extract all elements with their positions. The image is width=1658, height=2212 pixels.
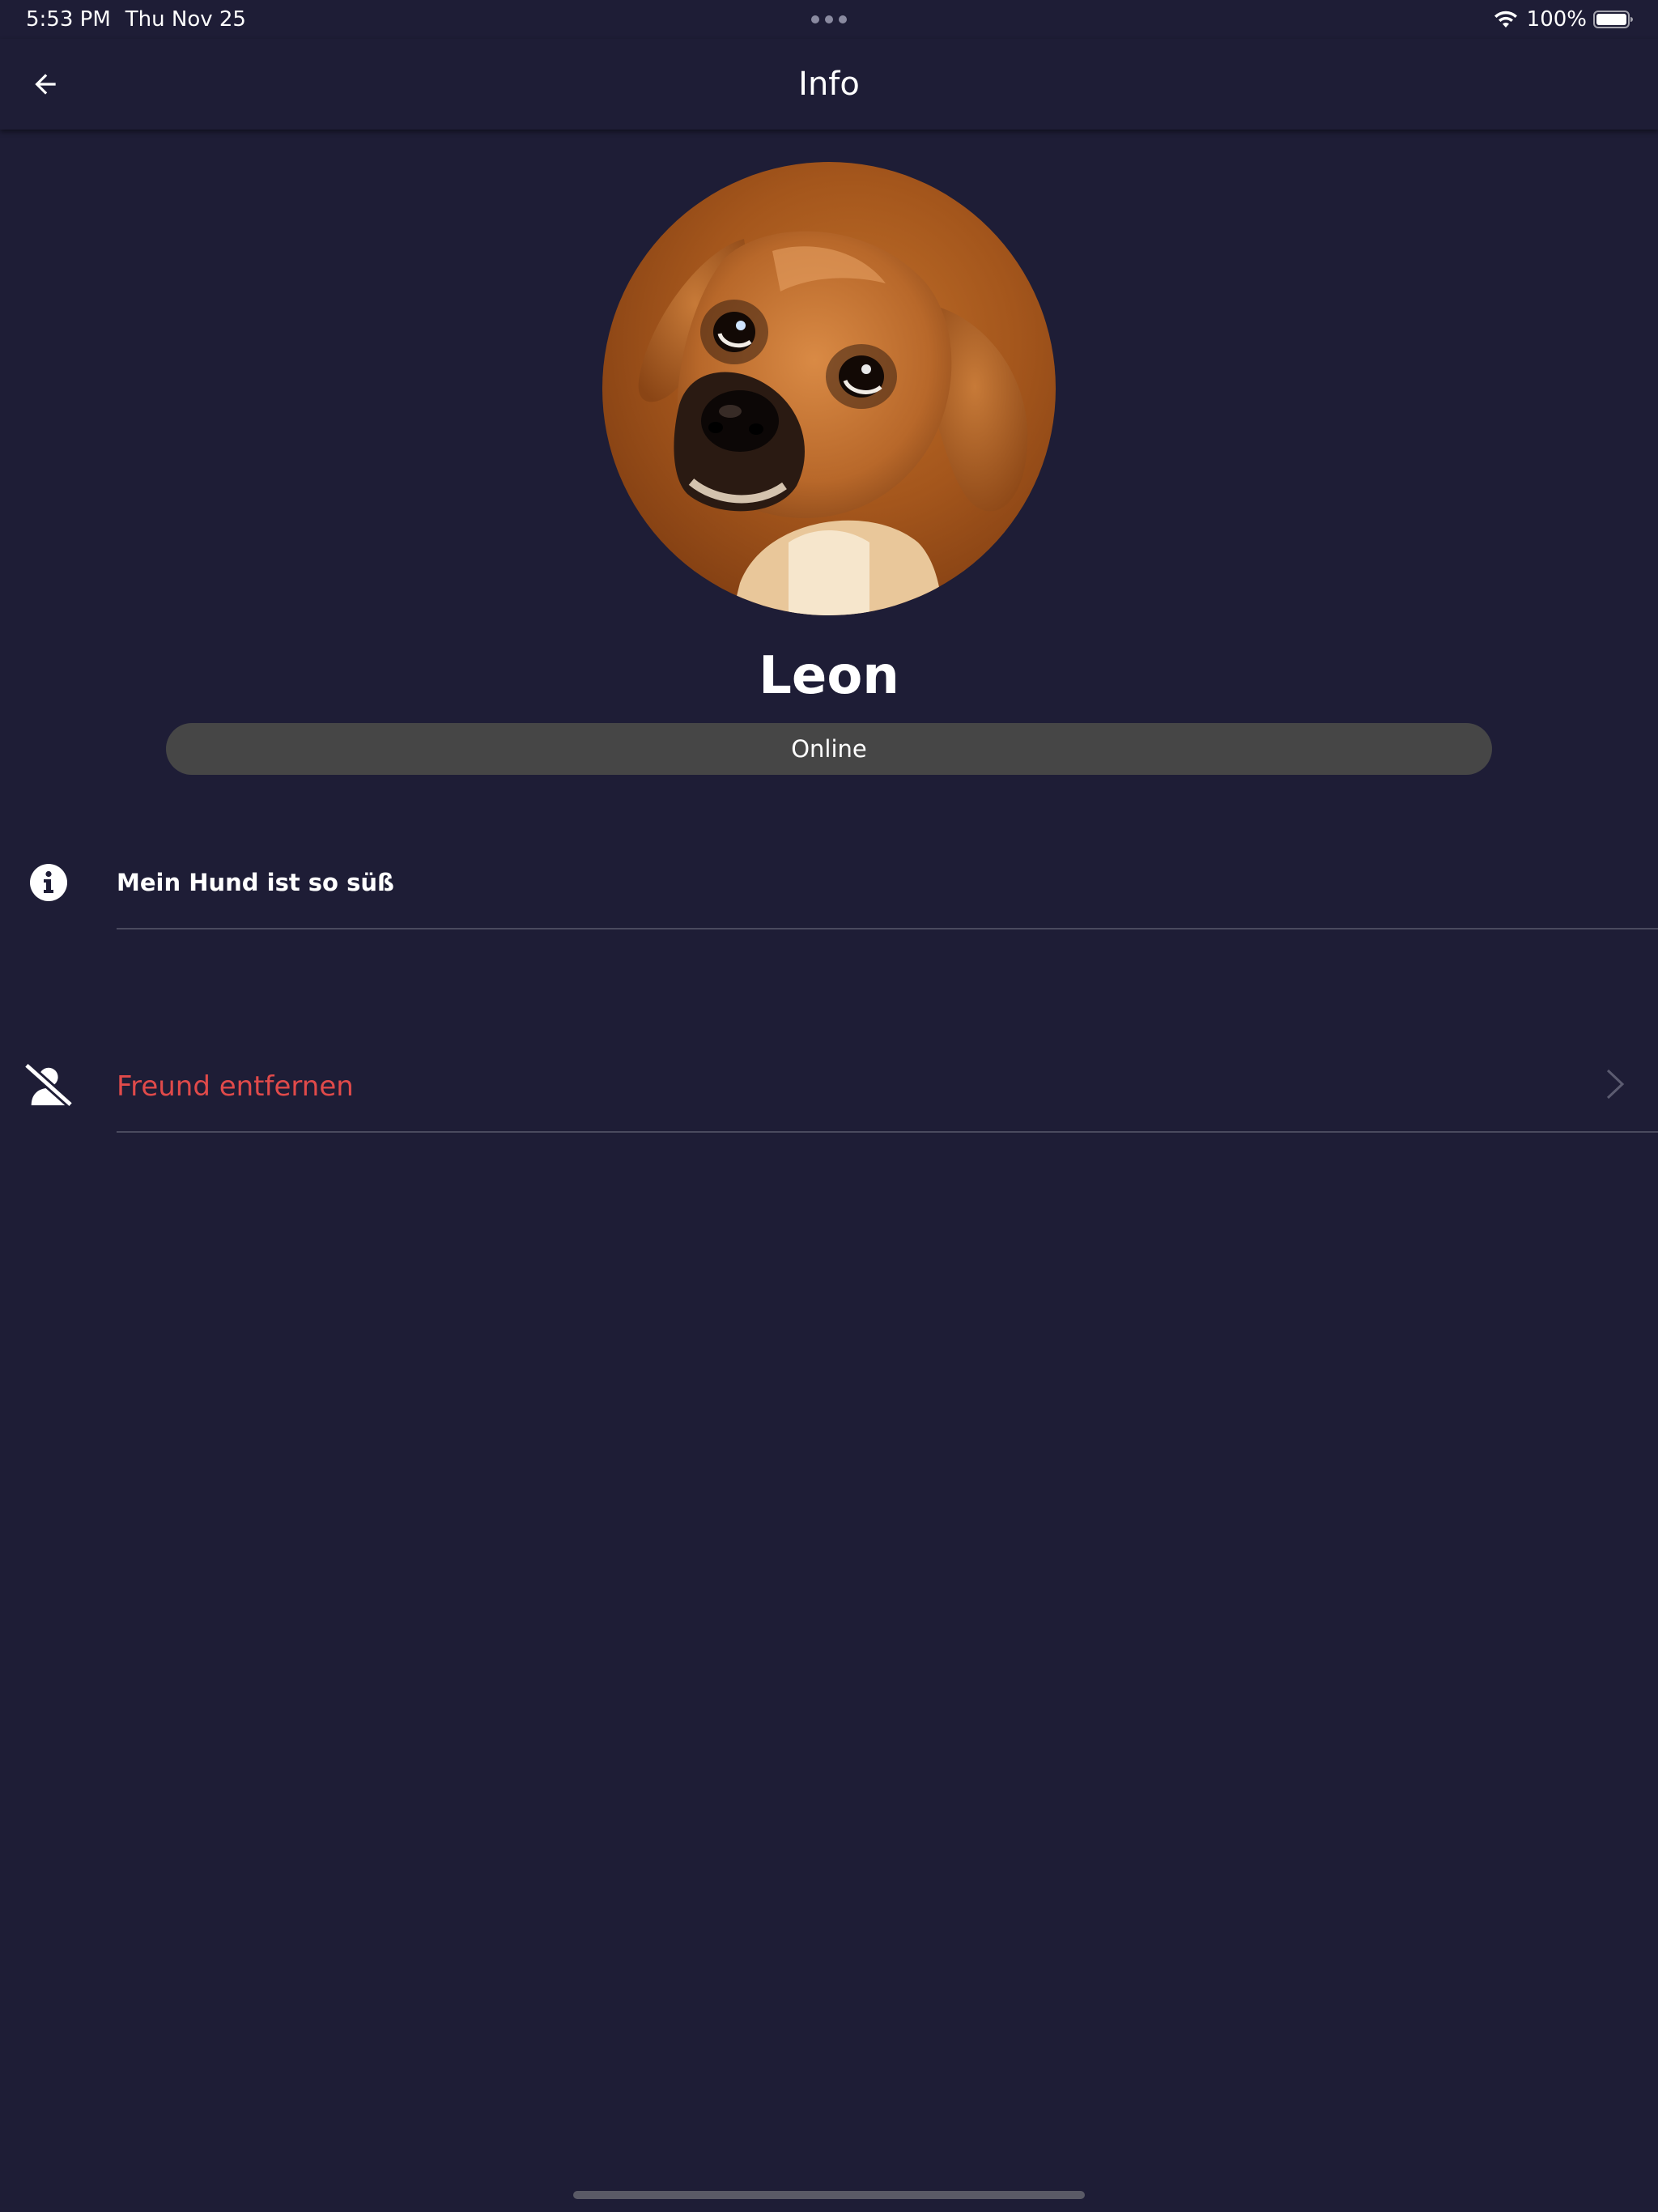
profile-name: Leon bbox=[759, 646, 899, 706]
dog-photo bbox=[638, 231, 1028, 615]
page-title: Info bbox=[798, 66, 860, 103]
about-row: Mein Hund ist so süß bbox=[0, 834, 1658, 931]
status-date: Thu Nov 25 bbox=[125, 7, 246, 32]
status-indicators: 100% bbox=[1493, 6, 1634, 32]
status-bar: 5:53 PM Thu Nov 25 100% bbox=[0, 0, 1658, 39]
status-clock: 5:53 PM bbox=[26, 7, 111, 32]
multitasking-dots-icon[interactable] bbox=[811, 15, 847, 23]
avatar[interactable] bbox=[602, 162, 1056, 615]
wifi-icon bbox=[1494, 11, 1517, 28]
status-badge: Online bbox=[166, 723, 1492, 775]
divider bbox=[117, 928, 1658, 929]
remove-friend-label: Freund entfernen bbox=[117, 1070, 354, 1103]
battery-percentage: 100% bbox=[1526, 7, 1587, 32]
status-time: 5:53 PM Thu Nov 25 bbox=[26, 6, 246, 32]
back-button[interactable] bbox=[19, 58, 71, 110]
remove-friend-button[interactable]: Freund entfernen bbox=[0, 1036, 1658, 1134]
arrow-left-icon bbox=[35, 74, 56, 95]
person-off-icon bbox=[24, 1061, 73, 1109]
battery-icon bbox=[1593, 11, 1633, 28]
chevron-right-icon bbox=[1606, 1069, 1625, 1100]
home-indicator[interactable] bbox=[573, 2191, 1085, 2199]
info-circle-icon bbox=[24, 858, 73, 907]
divider bbox=[117, 1131, 1658, 1133]
app-bar: Info bbox=[0, 39, 1658, 130]
about-text: Mein Hund ist so süß bbox=[117, 869, 394, 896]
